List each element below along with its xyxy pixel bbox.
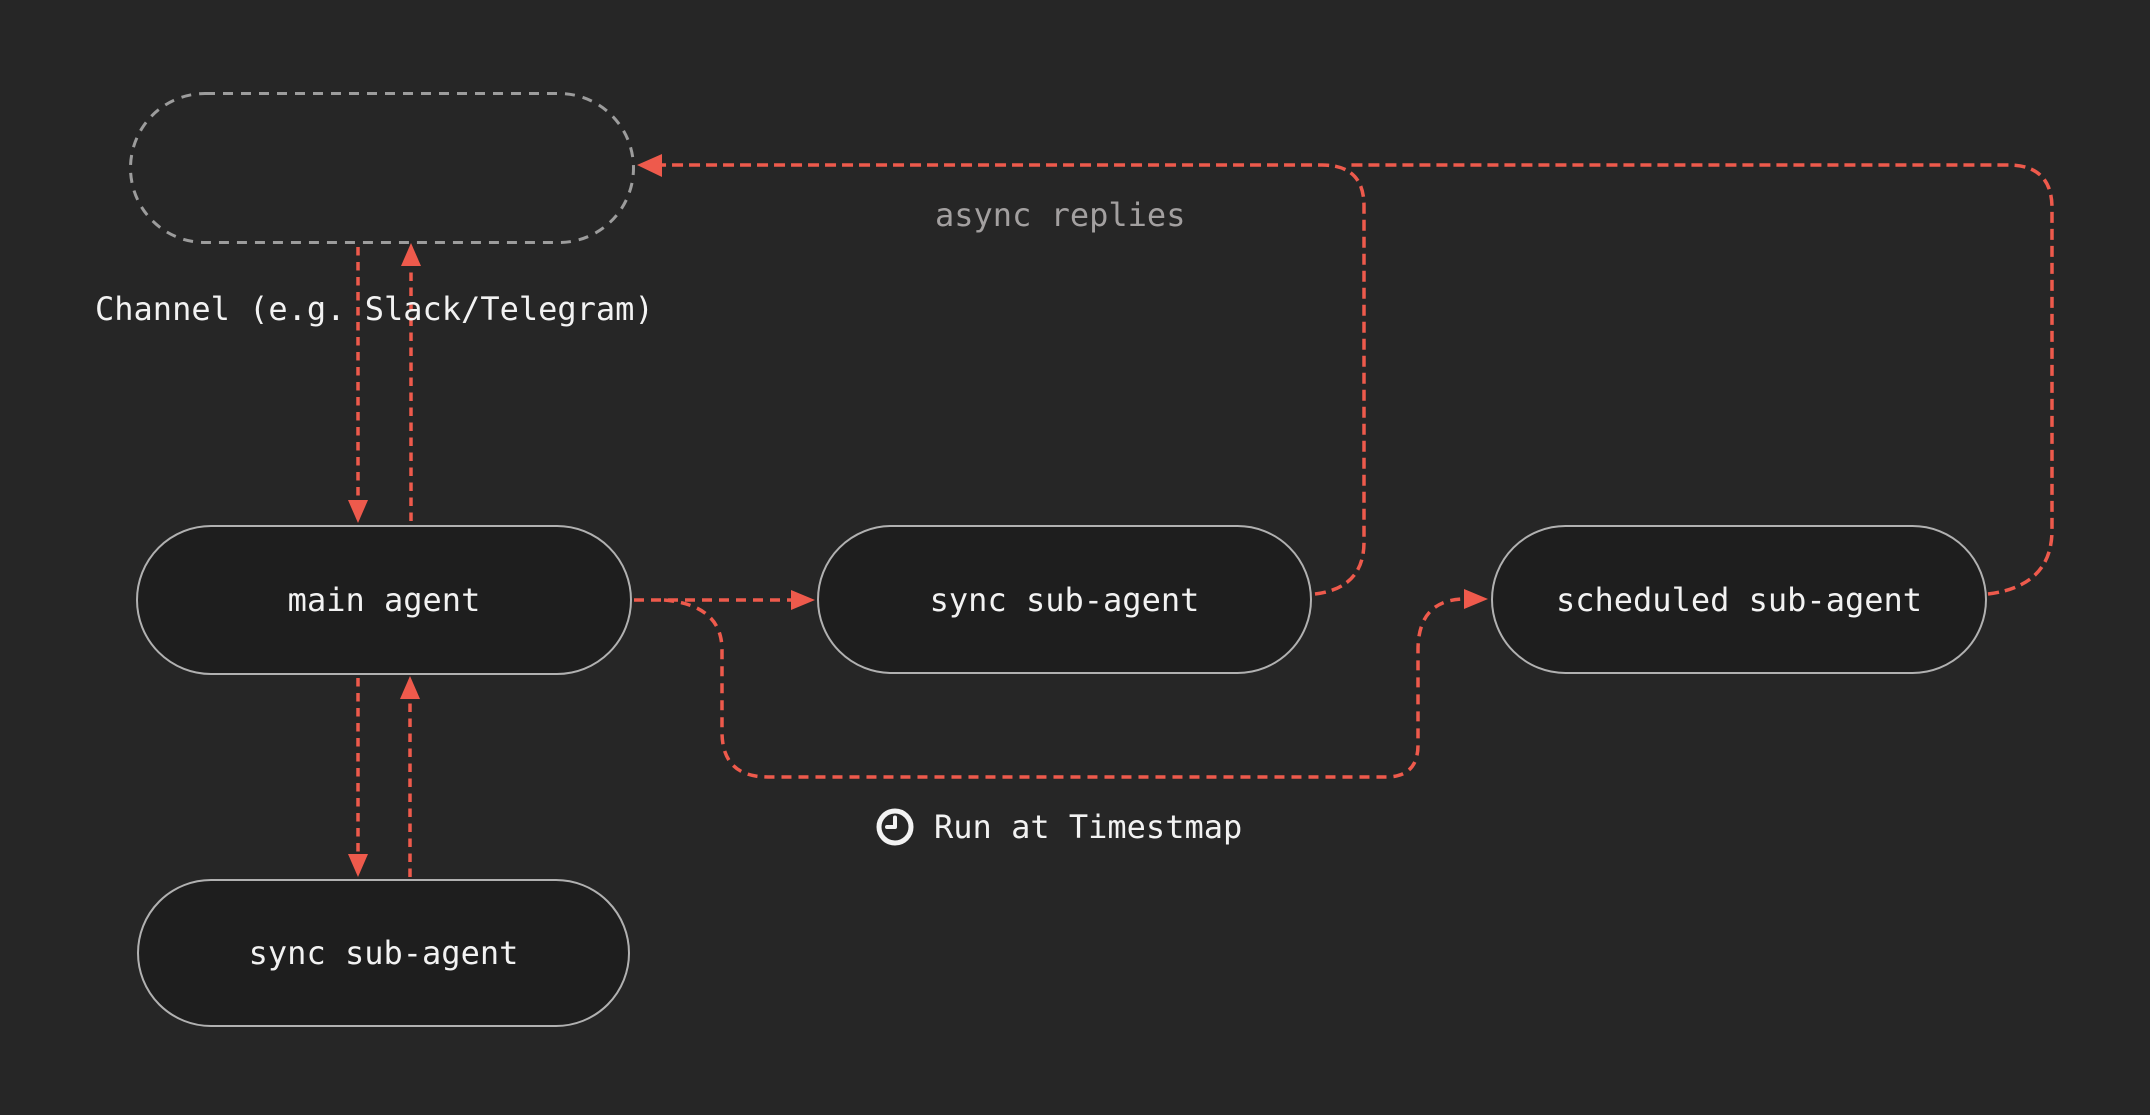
arrowhead-into-scheduled-left — [1464, 589, 1488, 609]
async-replies-caption: async replies — [935, 196, 1185, 234]
node-scheduled-sub-agent-label: scheduled sub-agent — [1556, 581, 1922, 619]
channel-caption: Channel (e.g. Slack/Telegram) — [95, 290, 654, 328]
arrowhead-into-channel-bottom — [401, 243, 421, 266]
run-at-caption-group: Run at Timestmap — [874, 806, 1242, 848]
arrowhead-into-channel-right — [637, 154, 662, 177]
arrowhead-into-main-top — [348, 500, 368, 523]
arrowhead-into-sync-left — [791, 590, 815, 610]
channel-node — [131, 94, 634, 243]
node-sync-sub-agent-label: sync sub-agent — [930, 581, 1200, 619]
clock-icon — [874, 806, 916, 848]
node-sync-sub-agent: sync sub-agent — [817, 525, 1312, 674]
node-sync-sub-agent-bottom-label: sync sub-agent — [249, 934, 519, 972]
run-at-caption: Run at Timestmap — [934, 808, 1242, 846]
node-main-agent-label: main agent — [288, 581, 481, 619]
node-main-agent: main agent — [136, 525, 632, 675]
diagram-canvas: main agent sync sub-agent scheduled sub-… — [0, 0, 2150, 1115]
arrowhead-into-sync-bottom-top — [348, 854, 368, 877]
node-scheduled-sub-agent: scheduled sub-agent — [1491, 525, 1987, 674]
node-sync-sub-agent-bottom: sync sub-agent — [137, 879, 630, 1027]
arrowhead-into-main-bottom — [400, 676, 420, 699]
